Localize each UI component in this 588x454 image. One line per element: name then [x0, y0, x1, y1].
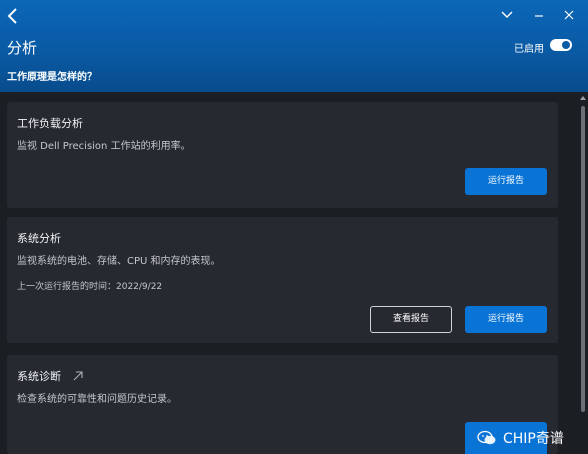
enable-toggle[interactable]	[550, 39, 572, 51]
collapse-button[interactable]	[498, 6, 516, 24]
chevron-down-icon	[501, 11, 513, 18]
system-analysis-card: 系统分析 监视系统的电池、存储、CPU 和内存的表现。 上一次运行报告的时间：2…	[7, 217, 558, 343]
minimize-icon	[535, 15, 543, 17]
minimize-button[interactable]	[530, 6, 548, 24]
card-description: 检查系统的可靠性和问题历史记录。	[17, 394, 177, 405]
run-report-button[interactable]: 运行报告	[465, 306, 547, 333]
page-title: 分析	[7, 39, 38, 57]
card-description: 监视系统的电池、存储、CPU 和内存的表现。	[17, 256, 221, 267]
last-run-time: 上一次运行报告的时间：2022/9/22	[17, 282, 163, 292]
watermark: CHIP奇谱	[477, 421, 588, 454]
watermark-text: CHIP奇谱	[503, 430, 564, 447]
view-report-button[interactable]: 查看报告	[370, 306, 452, 333]
run-report-button[interactable]: 运行报告	[465, 168, 547, 195]
toggle-knob	[562, 41, 570, 49]
card-title: 系统分析	[17, 232, 61, 245]
card-title: 系统诊断	[17, 370, 61, 383]
scrollbar-thumb[interactable]	[581, 106, 585, 412]
card-title: 工作负载分析	[17, 117, 83, 130]
card-description: 监视 Dell Precision 工作站的利用率。	[17, 141, 191, 152]
system-diagnostics-card[interactable]: 系统诊断 检查系统的可靠性和问题历史记录。	[7, 355, 558, 454]
chevron-left-icon	[7, 8, 17, 24]
close-icon	[564, 10, 574, 20]
app-header: 分析 已启用 工作原理是怎样的？	[0, 0, 588, 92]
back-button[interactable]	[3, 5, 23, 27]
scroll-up-arrow-icon[interactable]	[579, 94, 587, 102]
external-arrow-icon[interactable]	[72, 370, 84, 382]
wechat-logo-icon	[477, 430, 496, 444]
workload-analysis-card: 工作负载分析 监视 Dell Precision 工作站的利用率。 运行报告	[7, 102, 558, 208]
how-it-works-link[interactable]: 工作原理是怎样的？	[7, 68, 97, 83]
toggle-label: 已启用	[514, 44, 544, 55]
close-button[interactable]	[560, 6, 578, 24]
